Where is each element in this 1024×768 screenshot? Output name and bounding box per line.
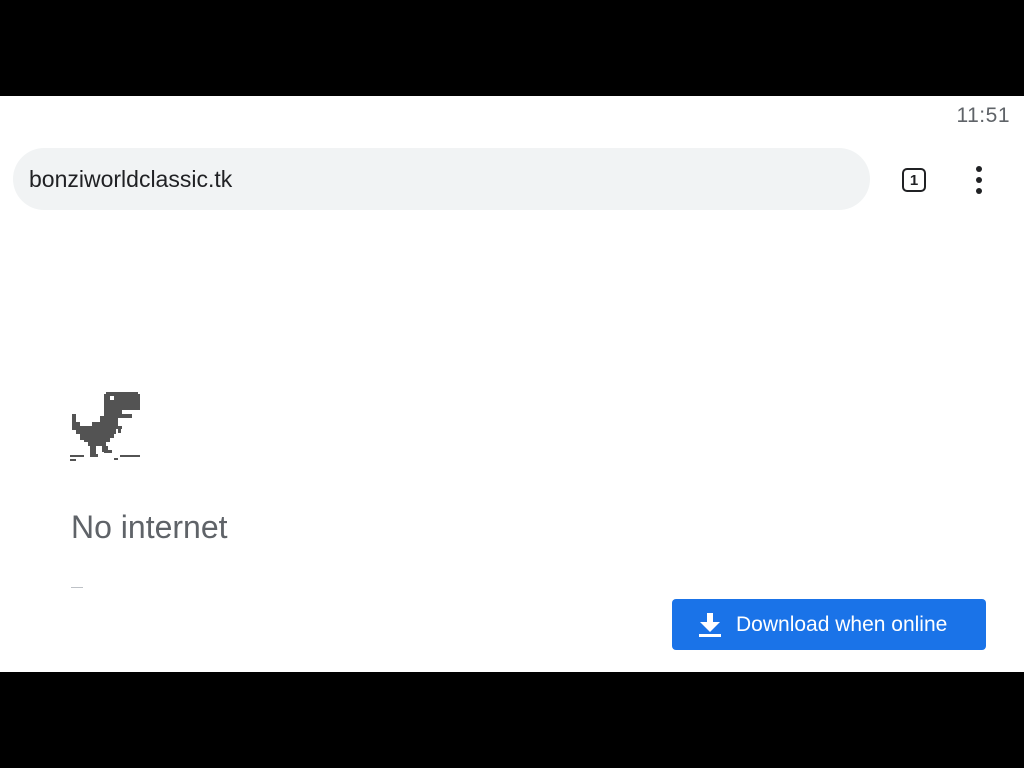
divider xyxy=(71,587,83,588)
letterbox-top xyxy=(0,0,1024,96)
menu-dot xyxy=(976,166,982,172)
menu-dot xyxy=(976,177,982,183)
browser-screen: 11:51 bonziworldclassic.tk 1 No internet… xyxy=(0,96,1024,672)
status-bar: 11:51 xyxy=(0,96,1024,136)
download-when-online-button[interactable]: Download when online xyxy=(672,599,986,650)
browser-toolbar: bonziworldclassic.tk 1 xyxy=(0,146,1024,212)
page-title: No internet xyxy=(71,509,228,545)
tab-switcher-icon: 1 xyxy=(902,168,926,192)
download-button-label: Download when online xyxy=(736,612,948,636)
letterbox-bottom xyxy=(0,672,1024,768)
download-icon xyxy=(698,612,722,638)
menu-dot xyxy=(976,188,982,194)
offline-dino-icon xyxy=(70,391,142,463)
tab-switcher-button[interactable]: 1 xyxy=(896,162,932,198)
status-time: 11:51 xyxy=(956,104,1010,127)
more-vert-icon[interactable] xyxy=(962,160,996,200)
url-text[interactable]: bonziworldclassic.tk xyxy=(29,166,232,193)
url-bar[interactable]: bonziworldclassic.tk xyxy=(13,148,870,210)
tab-count: 1 xyxy=(909,171,919,189)
